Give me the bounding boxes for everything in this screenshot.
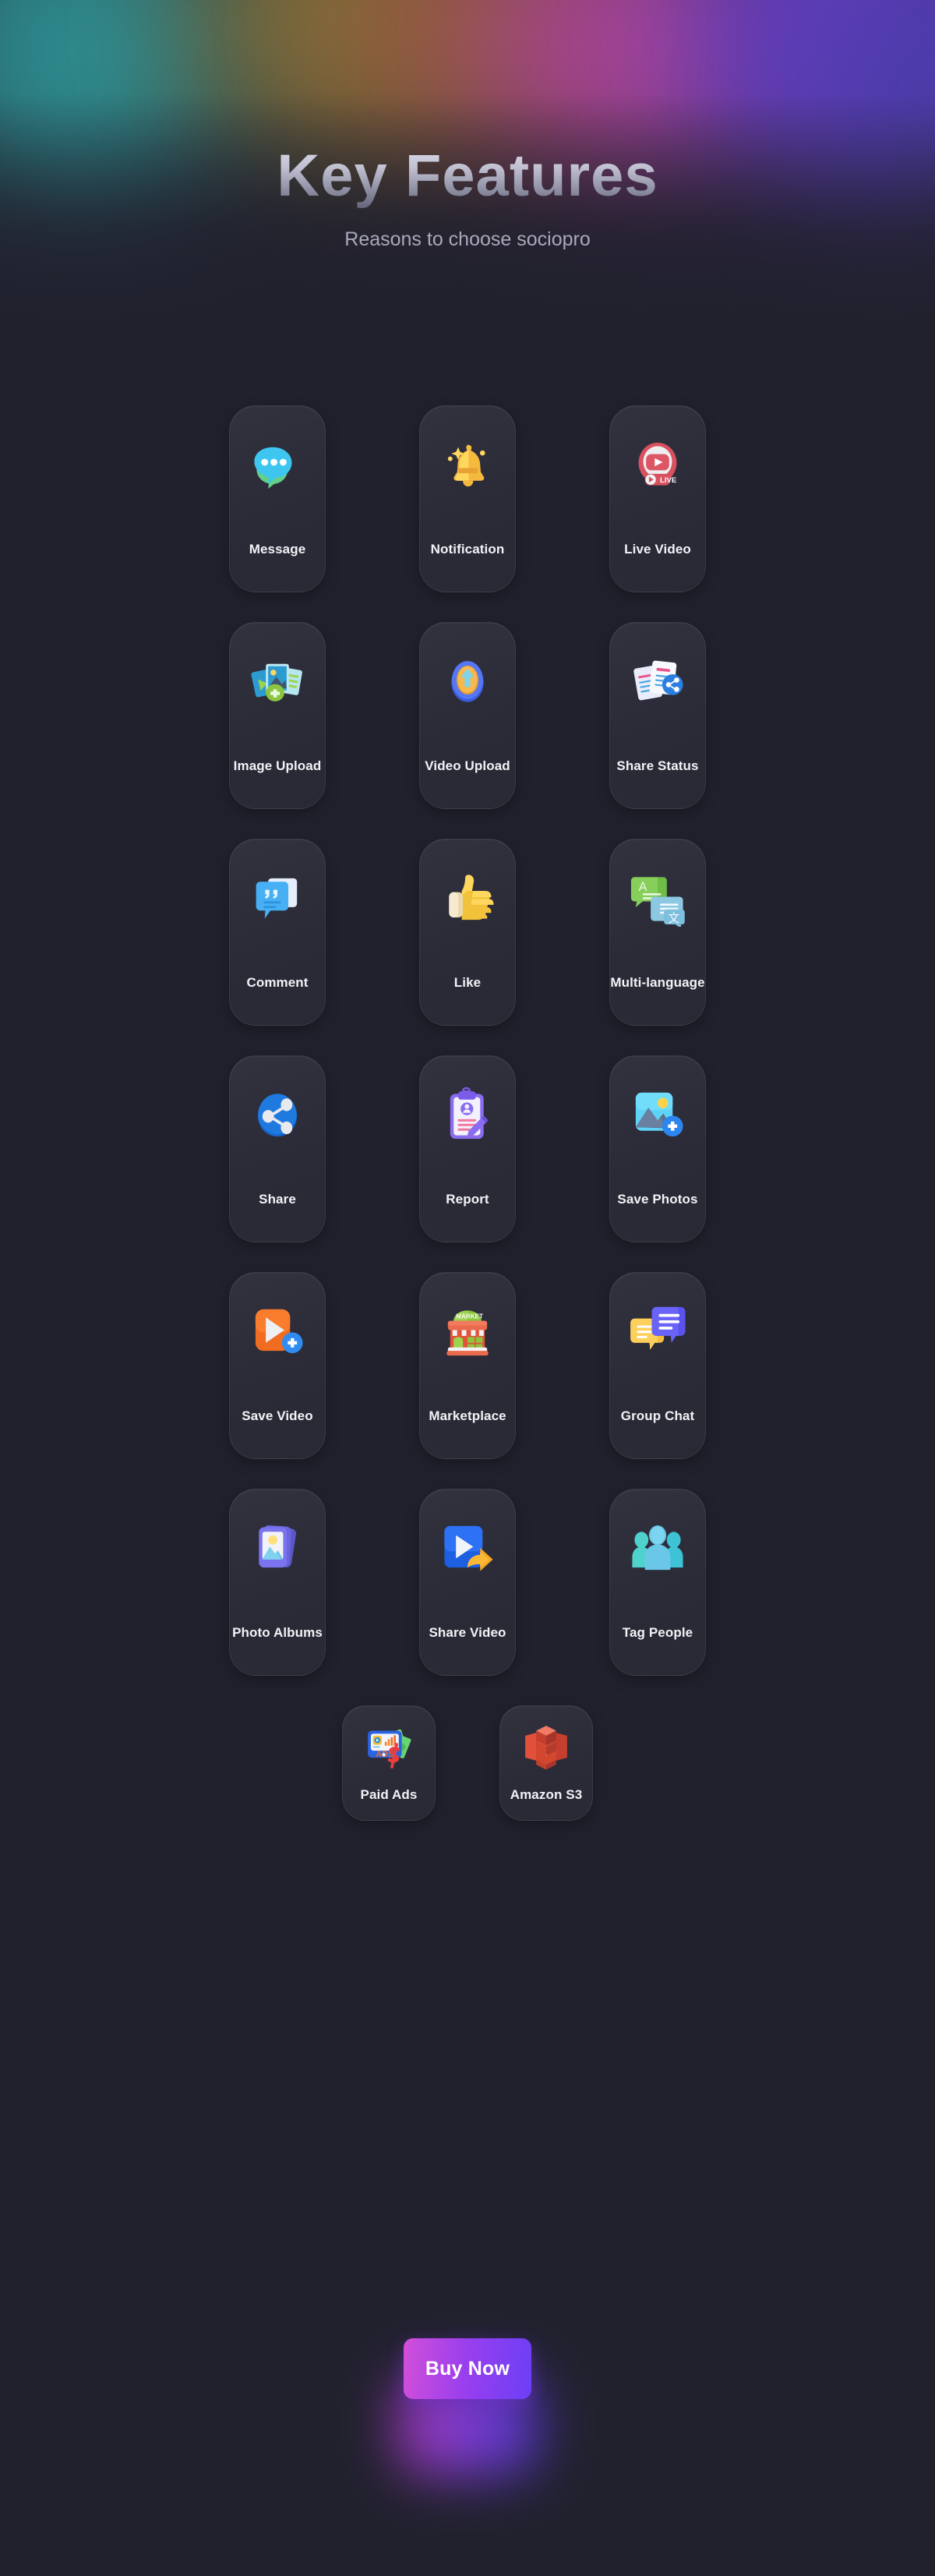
save-video-icon — [249, 1302, 306, 1360]
page-subtitle: Reasons to choose sociopro — [344, 228, 591, 251]
feature-card[interactable]: Share — [229, 1055, 326, 1242]
key-features-page: Key Features Reasons to choose sociopro … — [0, 0, 935, 2576]
feature-card[interactable]: Like — [419, 839, 516, 1026]
feature-card[interactable]: Group Chat — [609, 1272, 706, 1459]
share-video-icon — [439, 1519, 496, 1577]
feature-card-label: Video Upload — [425, 758, 510, 773]
feature-card[interactable]: Report — [419, 1055, 516, 1242]
feature-card-label: Share — [259, 1192, 296, 1207]
feature-card[interactable]: Message — [229, 405, 326, 592]
feature-card[interactable]: Notification — [419, 405, 516, 592]
feature-card[interactable]: Save Video — [229, 1272, 326, 1459]
feature-row: Photo Albums Share Video Tag People — [229, 1489, 706, 1676]
paid-ads-icon: ADS — [364, 1722, 414, 1772]
feature-card-label: Notification — [430, 542, 505, 557]
photo-albums-icon — [249, 1519, 306, 1577]
feature-card-label: Multi-language — [610, 975, 705, 990]
feature-card-label: Live Video — [624, 542, 691, 557]
feature-card-label: Photo Albums — [232, 1625, 323, 1640]
cta-stack: Buy Now — [397, 2338, 538, 2475]
feature-card[interactable]: Save Photos — [609, 1055, 706, 1242]
feature-card-label: Marketplace — [429, 1408, 506, 1423]
svg-text:文: 文 — [668, 912, 679, 925]
feature-card[interactable]: Comment — [229, 839, 326, 1026]
live-video-icon: LIVE — [629, 436, 686, 493]
thumbs-up-icon — [439, 869, 496, 927]
feature-card-label: Group Chat — [620, 1408, 695, 1423]
share-status-icon — [629, 652, 686, 710]
feature-card[interactable]: Share Status — [609, 622, 706, 809]
header: Key Features Reasons to choose sociopro — [0, 0, 935, 251]
comment-icon — [249, 869, 306, 927]
feature-row: Save Video MARKET Marketplace Group Chat — [229, 1272, 706, 1459]
storefront-icon: MARKET — [439, 1302, 496, 1360]
feature-card[interactable]: MARKET Marketplace — [419, 1272, 516, 1459]
feature-card-label: Comment — [246, 975, 309, 990]
page-title: Key Features — [0, 143, 935, 208]
feature-row: Message Notification LIVE Live Video — [229, 405, 706, 592]
feature-card-label: Like — [453, 975, 482, 990]
save-photos-icon — [629, 1086, 686, 1143]
feature-card[interactable]: A 文 Multi-language — [609, 839, 706, 1026]
feature-card-label: Image Upload — [233, 758, 322, 773]
feature-card[interactable]: Video Upload — [419, 622, 516, 809]
image-upload-icon — [249, 652, 306, 710]
feature-card-label: Save Photos — [617, 1192, 698, 1207]
feature-card-label: Report — [446, 1192, 489, 1207]
amazon-s3-icon — [521, 1722, 571, 1772]
feature-card[interactable]: Image Upload — [229, 622, 326, 809]
feature-row: ADS Paid Ads Amazon S3 — [342, 1705, 593, 1821]
feature-card-label: Message — [249, 542, 306, 557]
multi-language-icon: A 文 — [629, 869, 686, 927]
chat-bubble-icon — [249, 436, 306, 493]
features-grid: Message Notification LIVE Live Video Ima… — [0, 405, 935, 1821]
cta-section: Buy Now — [0, 2338, 935, 2475]
tag-people-icon — [629, 1519, 686, 1577]
feature-card-label: Amazon S3 — [510, 1787, 583, 1802]
feature-card[interactable]: Photo Albums — [229, 1489, 326, 1676]
bell-icon — [439, 436, 496, 493]
svg-text:A: A — [639, 880, 647, 894]
feature-card-label: Paid Ads — [360, 1787, 418, 1802]
feature-card-label: Save Video — [242, 1408, 313, 1423]
feature-row: Image Upload Video Upload Share Status — [229, 622, 706, 809]
share-icon — [249, 1086, 306, 1143]
feature-row: Comment Like A 文 Multi-language — [229, 839, 706, 1026]
svg-text:LIVE: LIVE — [660, 476, 677, 485]
buy-now-button[interactable]: Buy Now — [404, 2338, 531, 2399]
feature-card-label: Share Status — [616, 758, 699, 773]
feature-card[interactable]: ADS Paid Ads — [342, 1705, 436, 1821]
feature-card[interactable]: Amazon S3 — [499, 1705, 593, 1821]
feature-card[interactable]: Share Video — [419, 1489, 516, 1676]
svg-text:MARKET: MARKET — [456, 1313, 483, 1320]
feature-card[interactable]: LIVE Live Video — [609, 405, 706, 592]
video-upload-icon — [439, 652, 496, 710]
feature-card[interactable]: Tag People — [609, 1489, 706, 1676]
feature-card-label: Share Video — [429, 1625, 506, 1640]
feature-row: Share Report Save Photos — [229, 1055, 706, 1242]
clipboard-report-icon — [439, 1086, 496, 1143]
group-chat-icon — [629, 1302, 686, 1360]
feature-card-label: Tag People — [622, 1625, 693, 1640]
